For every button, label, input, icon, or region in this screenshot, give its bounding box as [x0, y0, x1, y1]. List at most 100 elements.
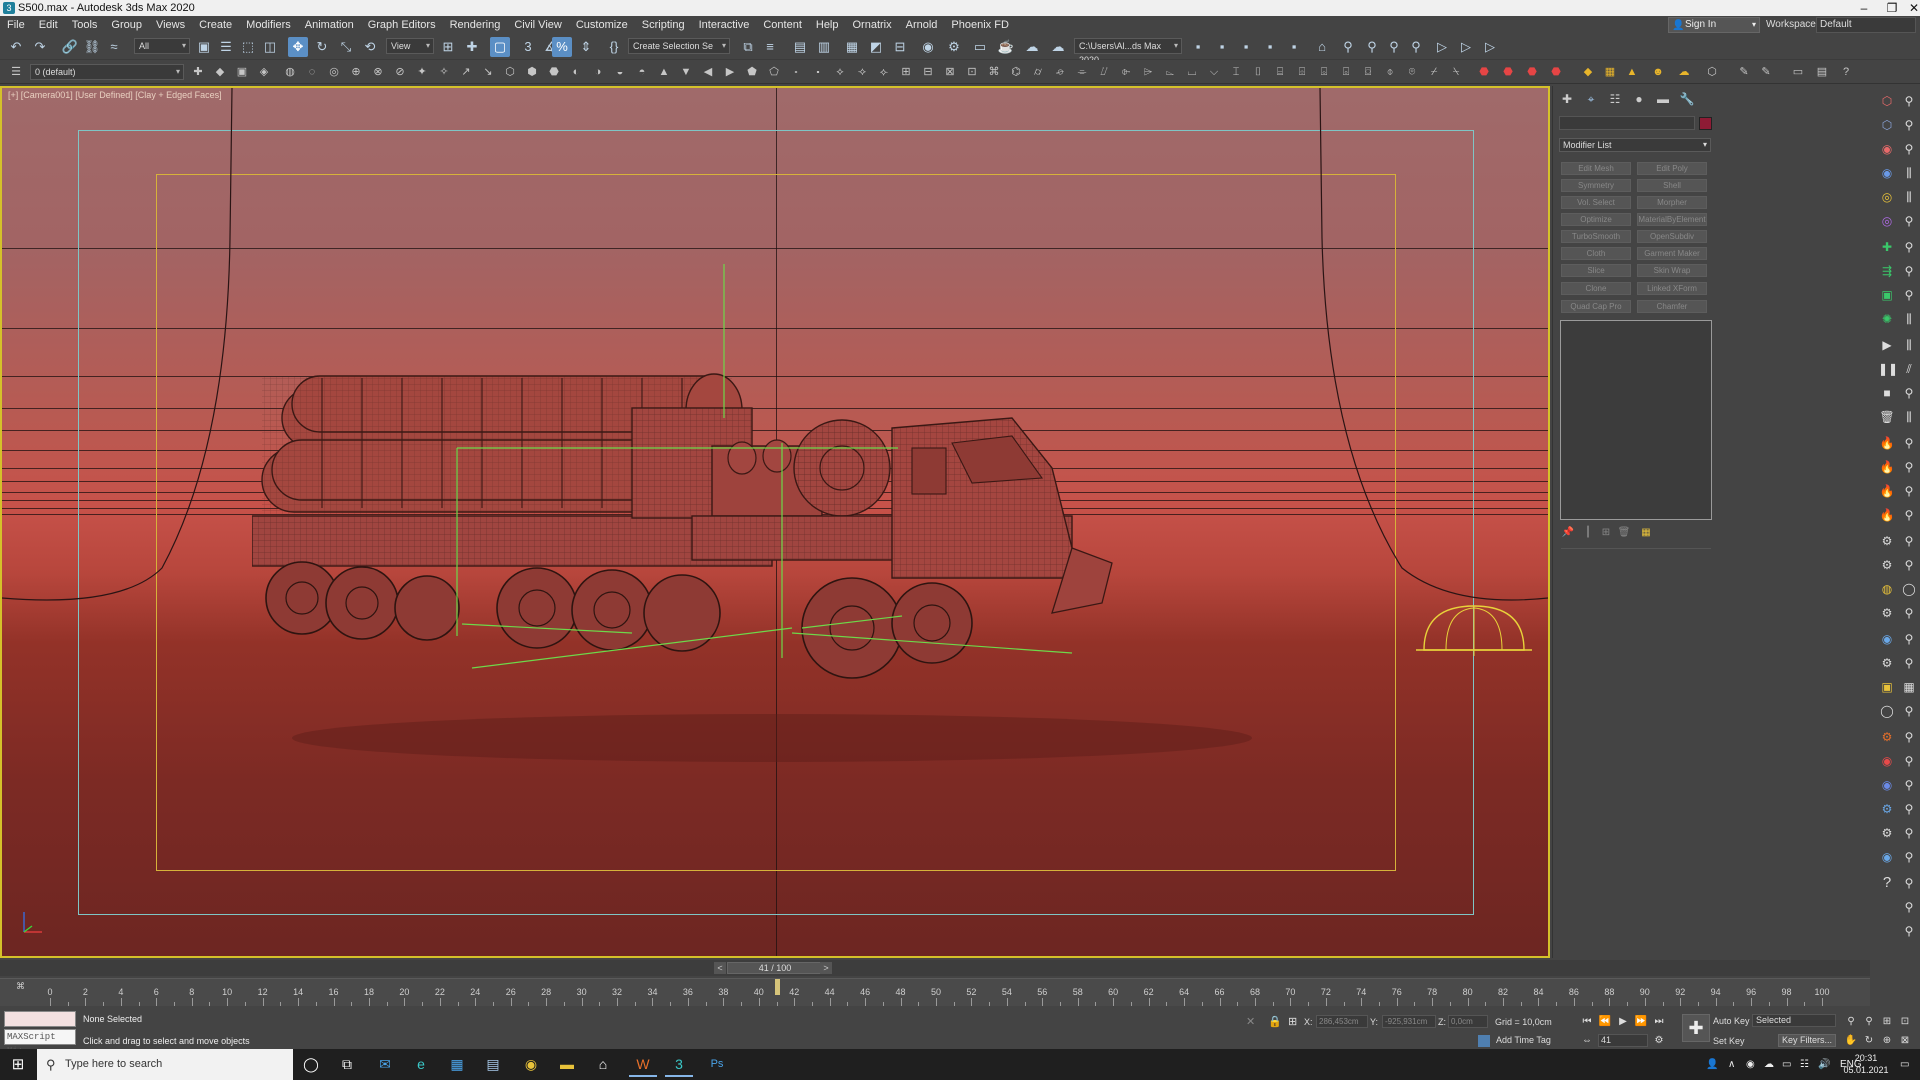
- maxscript-listener-top[interactable]: [4, 1011, 76, 1027]
- modeling-icon-9[interactable]: ↗: [458, 64, 474, 80]
- ornatrix-icon-2[interactable]: ▪: [1236, 37, 1256, 57]
- strip-icon-46[interactable]: ⚲: [1900, 630, 1918, 648]
- pause-strip-icon[interactable]: ❚❚: [1878, 360, 1898, 378]
- strip-icon-3[interactable]: ⬡: [1878, 116, 1896, 134]
- strip-icon-17[interactable]: ▣: [1878, 286, 1896, 304]
- app-w-icon[interactable]: W: [629, 1052, 657, 1077]
- modeling-icon-26[interactable]: ⟡: [832, 64, 848, 80]
- phoenix-icon-6[interactable]: ▷: [1432, 37, 1452, 57]
- time-slider-thumb[interactable]: 41 / 100: [727, 962, 823, 974]
- modeling-icon-24[interactable]: ⬞: [788, 64, 804, 80]
- time-slider-track[interactable]: < 41 / 100 >: [0, 960, 1870, 976]
- strip-icon-49[interactable]: ▣: [1878, 678, 1896, 696]
- strip-icon-59[interactable]: ⚙: [1878, 800, 1896, 818]
- display-tab-icon[interactable]: ▬: [1653, 90, 1673, 108]
- move-icon[interactable]: ✥: [288, 37, 308, 57]
- strip-icon-41[interactable]: ◍: [1878, 580, 1896, 598]
- keyboard-shortcut-icon[interactable]: ▢: [490, 37, 510, 57]
- layer-icon-3[interactable]: ◈: [256, 64, 272, 80]
- strip-icon-19[interactable]: ✺: [1878, 310, 1896, 328]
- add-time-tag-button[interactable]: Add Time Tag: [1496, 1035, 1551, 1045]
- phoenix-icon-2[interactable]: ⚲: [1338, 37, 1358, 57]
- phoenix-icon-7[interactable]: ▷: [1456, 37, 1476, 57]
- curve-editor-icon[interactable]: ◩: [866, 37, 886, 57]
- modeling-icon-33[interactable]: ⌘: [986, 64, 1002, 80]
- strip-icon-67[interactable]: ⚲: [1900, 898, 1918, 916]
- modeling-icon-39[interactable]: ⌱: [1118, 64, 1134, 80]
- modeling-icon-42[interactable]: ⌴: [1184, 64, 1200, 80]
- minimize-button[interactable]: –: [1850, 0, 1878, 16]
- menu-create[interactable]: Create: [192, 16, 239, 34]
- workspace-dropdown[interactable]: Default: [1816, 17, 1916, 33]
- trackbar-toggle-icon[interactable]: ⌘: [16, 981, 25, 992]
- modeling-icon-4[interactable]: ⊕: [348, 64, 364, 80]
- menu-tools[interactable]: Tools: [65, 16, 105, 34]
- help-icon[interactable]: ?: [1838, 64, 1854, 80]
- strip-icon-34[interactable]: ⚲: [1900, 482, 1918, 500]
- menu-toggle-icon[interactable]: ☰: [8, 64, 24, 80]
- strip-icon-12[interactable]: ⚲: [1900, 212, 1918, 230]
- modeling-icon-12[interactable]: ⬢: [524, 64, 540, 80]
- modifier-vol-select-button[interactable]: Vol. Select: [1561, 196, 1631, 209]
- calculator-icon[interactable]: ▦: [443, 1052, 471, 1077]
- strip-icon-15[interactable]: ⇶: [1878, 262, 1896, 280]
- hierarchy-tab-icon[interactable]: ☷: [1605, 90, 1625, 108]
- make-unique-icon[interactable]: ⊞: [1599, 526, 1613, 540]
- show-end-result-icon[interactable]: ┃: [1581, 526, 1595, 540]
- modifier-stack[interactable]: [1560, 320, 1712, 520]
- maxscript-listener[interactable]: MAXScript Mi:: [4, 1029, 76, 1056]
- key-mode-icon[interactable]: ⇔: [1580, 1034, 1594, 1048]
- strip-icon-37[interactable]: ⚙: [1878, 532, 1896, 550]
- menu-animation[interactable]: Animation: [298, 16, 361, 34]
- modeling-icon-1[interactable]: ◍: [282, 64, 298, 80]
- modeling-icon-29[interactable]: ⊞: [898, 64, 914, 80]
- menu-arnold[interactable]: Arnold: [899, 16, 945, 34]
- modeling-icon-6[interactable]: ⊘: [392, 64, 408, 80]
- modeling-icon-48[interactable]: ⌺: [1316, 64, 1332, 80]
- strip-icon-48[interactable]: ⚲: [1900, 654, 1918, 672]
- rotate-icon[interactable]: ↻: [312, 37, 332, 57]
- modeling-icon-19[interactable]: ▼: [678, 64, 694, 80]
- strip-icon-18[interactable]: ⚲: [1900, 286, 1918, 304]
- pivot-center-icon[interactable]: ⊞: [438, 37, 458, 57]
- strip-icon-2[interactable]: ⚲: [1900, 92, 1918, 110]
- strip-icon-4[interactable]: ⚲: [1900, 116, 1918, 134]
- modeling-icon-52[interactable]: ⌾: [1404, 64, 1420, 80]
- strip-icon-43[interactable]: ⚙: [1878, 604, 1896, 622]
- modeling-icon-8[interactable]: ✧: [436, 64, 452, 80]
- monitor-icon[interactable]: ▭: [1782, 1049, 1791, 1080]
- record-icon-2[interactable]: ⬣: [1500, 64, 1516, 80]
- phoenix-icon-1[interactable]: ⌂: [1312, 37, 1332, 57]
- tool-icon-4[interactable]: ▤: [1814, 64, 1830, 80]
- add-layer-icon[interactable]: ✚: [190, 64, 206, 80]
- menu-views[interactable]: Views: [149, 16, 192, 34]
- layer-explorer-icon[interactable]: ▥: [814, 37, 834, 57]
- record-icon-4[interactable]: ⬣: [1548, 64, 1564, 80]
- menu-civil-view[interactable]: Civil View: [507, 16, 568, 34]
- modeling-icon-5[interactable]: ⊗: [370, 64, 386, 80]
- modeling-icon-53[interactable]: ⌿: [1426, 64, 1442, 80]
- light-helper-icon[interactable]: [1416, 600, 1532, 660]
- render-online-icon[interactable]: ☁: [1022, 37, 1042, 57]
- menu-rendering[interactable]: Rendering: [443, 16, 508, 34]
- schematic-view-icon[interactable]: ⊟: [890, 37, 910, 57]
- motion-tab-icon[interactable]: ●: [1629, 90, 1649, 108]
- place-icon[interactable]: ⟲: [360, 37, 380, 57]
- time-tag-icon[interactable]: [1478, 1035, 1490, 1047]
- pin-stack-icon[interactable]: 📌: [1561, 526, 1575, 540]
- next-frame-arrow[interactable]: >: [820, 962, 832, 974]
- modeling-icon-54[interactable]: ⍀: [1448, 64, 1464, 80]
- menu-file[interactable]: File: [0, 16, 32, 34]
- render-icon[interactable]: ☕: [996, 37, 1016, 57]
- strip-icon-7[interactable]: ◉: [1878, 164, 1896, 182]
- modeling-icon-49[interactable]: ⌻: [1338, 64, 1354, 80]
- modeling-icon-44[interactable]: ⌶: [1228, 64, 1244, 80]
- strip-icon-61[interactable]: ⚙: [1878, 824, 1896, 842]
- tray-chevron-icon[interactable]: ∧: [1728, 1049, 1735, 1080]
- file-explorer-icon[interactable]: ▬: [553, 1052, 581, 1077]
- mirror-icon[interactable]: ⧉: [738, 37, 758, 57]
- modeling-icon-34[interactable]: ⌬: [1008, 64, 1024, 80]
- modifier-clone-button[interactable]: Clone: [1561, 282, 1631, 295]
- notes-icon[interactable]: ▤: [479, 1052, 507, 1077]
- modifier-slice-button[interactable]: Slice: [1561, 264, 1631, 277]
